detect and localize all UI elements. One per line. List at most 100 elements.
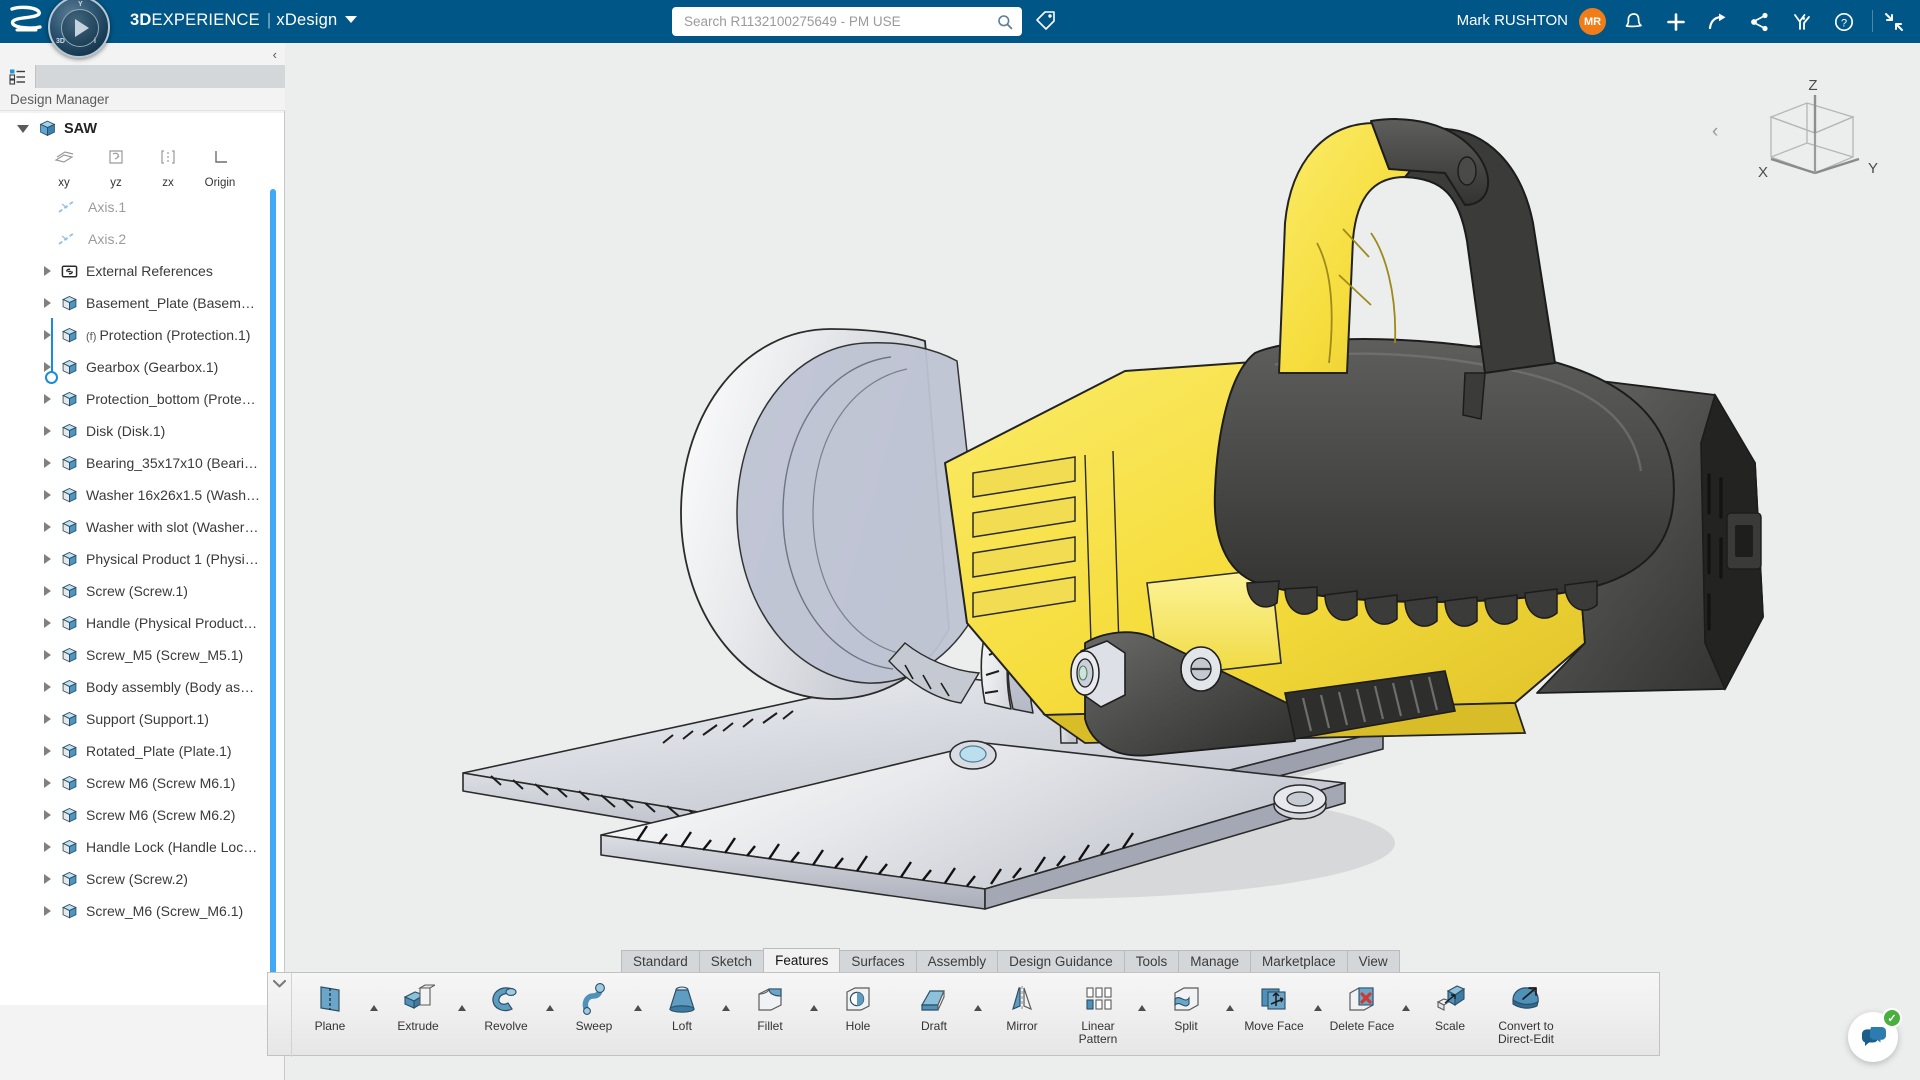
tree-item-bearing-35x17x10-beari[interactable]: Bearing_35x17x10 (Beari… [0, 447, 284, 479]
ribbon-tab-tools[interactable]: Tools [1124, 950, 1180, 972]
view-cube[interactable]: ‹ Z X Y [1735, 73, 1885, 188]
expand-triangle-icon[interactable] [44, 778, 51, 788]
view-cube-chevron-left-icon[interactable]: ‹ [1712, 121, 1718, 143]
expand-triangle-icon[interactable] [44, 330, 51, 340]
ribbon-tab-manage[interactable]: Manage [1178, 950, 1251, 972]
expand-triangle-icon[interactable] [44, 426, 51, 436]
help-question-icon[interactable]: ? [1830, 8, 1858, 36]
tree-item-washer-16x26x1-5-wash[interactable]: Washer 16x26x1.5 (Wash… [0, 479, 284, 511]
ribbon-button-extrude[interactable]: Extrude [380, 979, 456, 1033]
expand-triangle-icon[interactable] [44, 810, 51, 820]
ribbon-tab-design-guidance[interactable]: Design Guidance [997, 950, 1125, 972]
notification-bell-icon[interactable] [1620, 8, 1648, 36]
tree-scrollbar-thumb[interactable] [270, 189, 276, 1047]
expand-triangle-icon[interactable] [44, 298, 51, 308]
ribbon-button-delete-face[interactable]: Delete Face [1324, 979, 1400, 1033]
ribbon-dropdown-triangle-icon[interactable] [634, 1005, 642, 1011]
tree-axis-2[interactable]: Axis.2 [0, 223, 284, 255]
circular-saw-3d-model[interactable] [285, 43, 1920, 1080]
tree-item-handle-physical-product[interactable]: Handle (Physical Product… [0, 607, 284, 639]
tree-item-screw-m6-screw-m6-1[interactable]: Screw_M6 (Screw_M6.1) [0, 895, 284, 927]
tree-plane-xy[interactable]: xy [38, 144, 90, 189]
ribbon-button-loft[interactable]: Loft [644, 979, 720, 1033]
ribbon-button-convert-to-direct-edit[interactable]: Convert to Direct-Edit [1488, 979, 1564, 1046]
tree-item-body-assembly-body-as[interactable]: Body assembly (Body as… [0, 671, 284, 703]
tree-item-basement-plate-basem[interactable]: Basement_Plate (Basem… [0, 287, 284, 319]
tree-item-handle-lock-handle-loc[interactable]: Handle Lock (Handle Loc… [0, 831, 284, 863]
panel-collapse-chevron-left-icon[interactable]: ‹ [273, 47, 277, 62]
expand-triangle-icon[interactable] [44, 682, 51, 692]
ribbon-button-sweep[interactable]: Sweep [556, 979, 632, 1033]
ribbon-button-hole[interactable]: Hole [820, 979, 896, 1033]
user-name-label[interactable]: Mark RUSHTON [1457, 12, 1568, 29]
tree-item-screw-screw-1[interactable]: Screw (Screw.1) [0, 575, 284, 607]
ribbon-dropdown-triangle-icon[interactable] [1314, 1005, 1322, 1011]
ribbon-dropdown-triangle-icon[interactable] [810, 1005, 818, 1011]
tree-item-screw-screw-2[interactable]: Screw (Screw.2) [0, 863, 284, 895]
ribbon-button-mirror[interactable]: Mirror [984, 979, 1060, 1033]
ribbon-button-fillet[interactable]: Fillet [732, 979, 808, 1033]
ribbon-dropdown-triangle-icon[interactable] [458, 1005, 466, 1011]
expand-triangle-icon[interactable] [44, 522, 51, 532]
dassault-systemes-logo[interactable] [6, 3, 46, 37]
share-arrow-icon[interactable] [1704, 8, 1732, 36]
ribbon-button-split[interactable]: Split [1148, 979, 1224, 1033]
ribbon-button-scale[interactable]: Scale [1412, 979, 1488, 1033]
tree-item-washer-with-slot-washer[interactable]: Washer with slot (Washer… [0, 511, 284, 543]
tree-axis-1[interactable]: Axis.1 [0, 191, 284, 223]
expand-triangle-icon[interactable] [44, 586, 51, 596]
ribbon-collapse-chevron-down-icon[interactable] [268, 973, 292, 1057]
ribbon-dropdown-triangle-icon[interactable] [1138, 1005, 1146, 1011]
global-search[interactable] [672, 7, 1022, 36]
ribbon-dropdown-triangle-icon[interactable] [1226, 1005, 1234, 1011]
avatar[interactable]: MR [1579, 8, 1606, 35]
collapse-fullscreen-icon[interactable] [1880, 8, 1908, 36]
expand-triangle-icon[interactable] [44, 906, 51, 916]
tree-plane-origin[interactable]: Origin [194, 144, 246, 189]
expand-triangle-icon[interactable] [44, 490, 51, 500]
tree-item-screw-m5-screw-m5-1[interactable]: Screw_M5 (Screw_M5.1) [0, 639, 284, 671]
tab-design-manager[interactable] [0, 65, 36, 88]
tree-item-external-references[interactable]: External References [0, 255, 284, 287]
expand-triangle-icon[interactable] [44, 554, 51, 564]
add-plus-icon[interactable] [1662, 8, 1690, 36]
ribbon-tab-view[interactable]: View [1347, 950, 1400, 972]
ribbon-dropdown-triangle-icon[interactable] [546, 1005, 554, 1011]
tree-item-protection-protection-1[interactable]: (f) Protection (Protection.1) [0, 319, 284, 351]
expand-triangle-icon[interactable] [44, 266, 51, 276]
ribbon-tab-surfaces[interactable]: Surfaces [839, 950, 916, 972]
tree-scrollbar-track[interactable] [274, 115, 280, 1001]
tree-item-protection-bottom-prote[interactable]: Protection_bottom (Prote… [0, 383, 284, 415]
expand-triangle-icon[interactable] [44, 618, 51, 628]
tree-item-support-support-1[interactable]: Support (Support.1) [0, 703, 284, 735]
search-icon[interactable] [997, 14, 1013, 30]
expand-triangle-icon[interactable] [44, 714, 51, 724]
tree-item-gearbox-gearbox-1[interactable]: Gearbox (Gearbox.1) [0, 351, 284, 383]
ribbon-button-move-face[interactable]: Move Face [1236, 979, 1312, 1033]
design-tree[interactable]: SAW xy yz zx Origin Axis.1 Axis.2 Extern… [0, 113, 285, 1005]
expand-triangle-icon[interactable] [44, 458, 51, 468]
ribbon-tab-assembly[interactable]: Assembly [916, 950, 999, 972]
tag-icon[interactable] [1035, 10, 1056, 36]
share-network-icon[interactable] [1746, 8, 1774, 36]
expand-triangle-icon[interactable] [44, 874, 51, 884]
ribbon-tab-marketplace[interactable]: Marketplace [1250, 950, 1348, 972]
ribbon-button-revolve[interactable]: Revolve [468, 979, 544, 1033]
ribbon-tab-sketch[interactable]: Sketch [699, 950, 764, 972]
tree-plane-zx[interactable]: zx [142, 144, 194, 189]
ribbon-button-plane[interactable]: Plane [292, 979, 368, 1033]
app-menu-chevron-down-icon[interactable] [345, 16, 357, 23]
tree-item-screw-m6-screw-m6-2[interactable]: Screw M6 (Screw M6.2) [0, 799, 284, 831]
search-input[interactable] [672, 14, 997, 29]
tree-item-screw-m6-screw-m6-1[interactable]: Screw M6 (Screw M6.1) [0, 767, 284, 799]
expand-triangle-icon[interactable] [44, 394, 51, 404]
ribbon-button-draft[interactable]: Draft [896, 979, 972, 1033]
tree-plane-yz[interactable]: yz [90, 144, 142, 189]
ribbon-tab-features[interactable]: Features [763, 948, 840, 972]
ribbon-dropdown-triangle-icon[interactable] [1402, 1005, 1410, 1011]
ribbon-dropdown-triangle-icon[interactable] [370, 1005, 378, 1011]
tree-item-physical-product-1-physi[interactable]: Physical Product 1 (Physi… [0, 543, 284, 575]
ribbon-tab-standard[interactable]: Standard [621, 950, 700, 972]
3d-viewport[interactable]: ‹ Z X Y ✓ [285, 43, 1920, 1080]
ribbon-dropdown-triangle-icon[interactable] [974, 1005, 982, 1011]
